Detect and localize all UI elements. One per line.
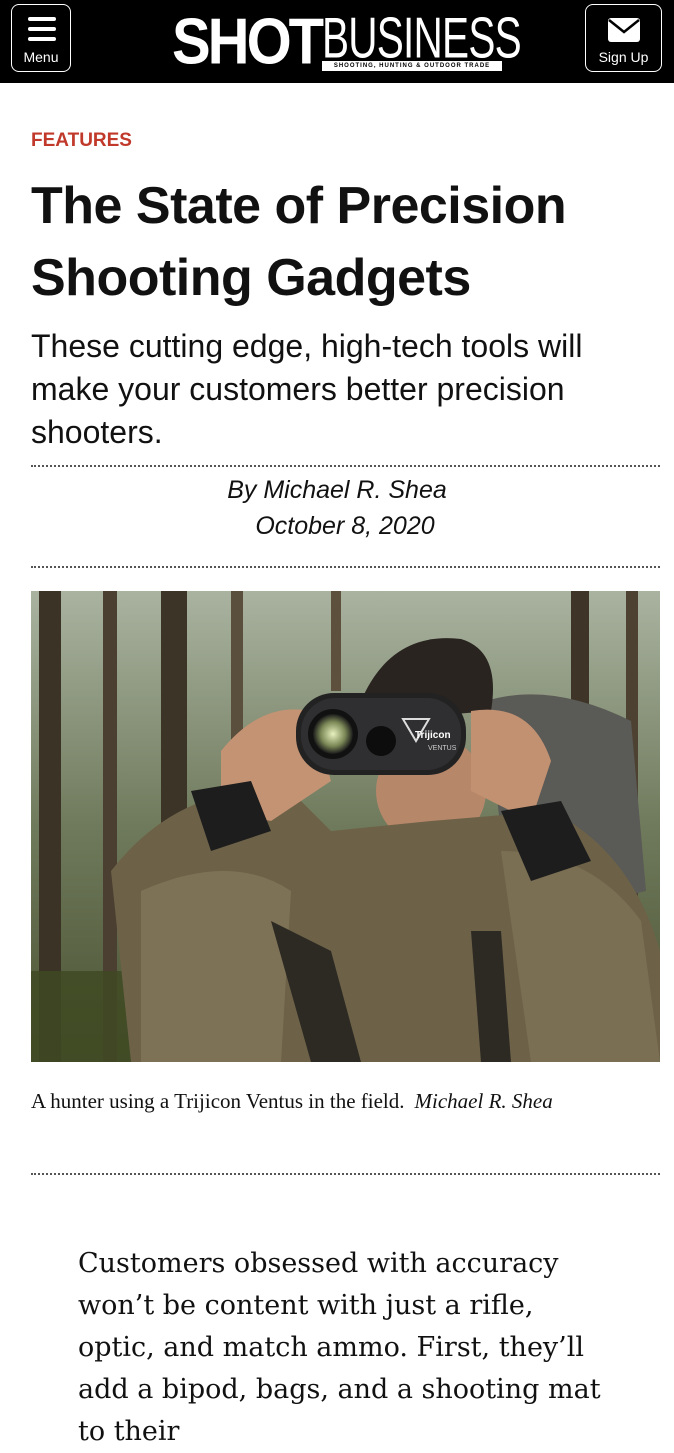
signup-button[interactable]: Sign Up <box>585 4 662 72</box>
signup-label: Sign Up <box>598 49 649 65</box>
caption-text: A hunter using a Trijicon Ventus in the … <box>31 1089 405 1113</box>
byline: By Michael R. Shea <box>227 476 447 504</box>
article-title: The State of Precision Shooting Gadgets <box>31 177 567 307</box>
hamburger-icon <box>28 17 56 47</box>
device-brand-text: Trijicon <box>415 730 451 741</box>
publish-date: October 8, 2020 <box>255 512 435 540</box>
logo-tagline: SHOOTING, HUNTING & OUTDOOR TRADE <box>322 61 502 71</box>
article-body-paragraph: Customers obsessed with accuracy won’t b… <box>78 1248 601 1447</box>
divider <box>31 1173 660 1175</box>
device-model-text: VENTUS <box>428 745 457 752</box>
menu-button[interactable]: Menu <box>11 4 71 72</box>
menu-label: Menu <box>23 49 59 65</box>
section-label[interactable]: FEATURES <box>31 130 132 152</box>
hero-photo: Trijicon VENTUS <box>31 591 660 1062</box>
divider <box>31 465 660 467</box>
photo-caption: A hunter using a Trijicon Ventus in the … <box>31 1084 631 1118</box>
site-logo[interactable]: SHOT BUSINESS SHOOTING, HUNTING & OUTDOO… <box>172 5 522 78</box>
site-header: Menu SHOT BUSINESS SHOOTING, HUNTING & O… <box>0 0 674 83</box>
photo-credit: Michael R. Shea <box>414 1089 553 1113</box>
divider <box>31 566 660 568</box>
article-dek: These cutting edge, high-tech tools will… <box>31 328 583 450</box>
logo-shot: SHOT <box>172 5 324 78</box>
mail-icon <box>608 18 640 42</box>
